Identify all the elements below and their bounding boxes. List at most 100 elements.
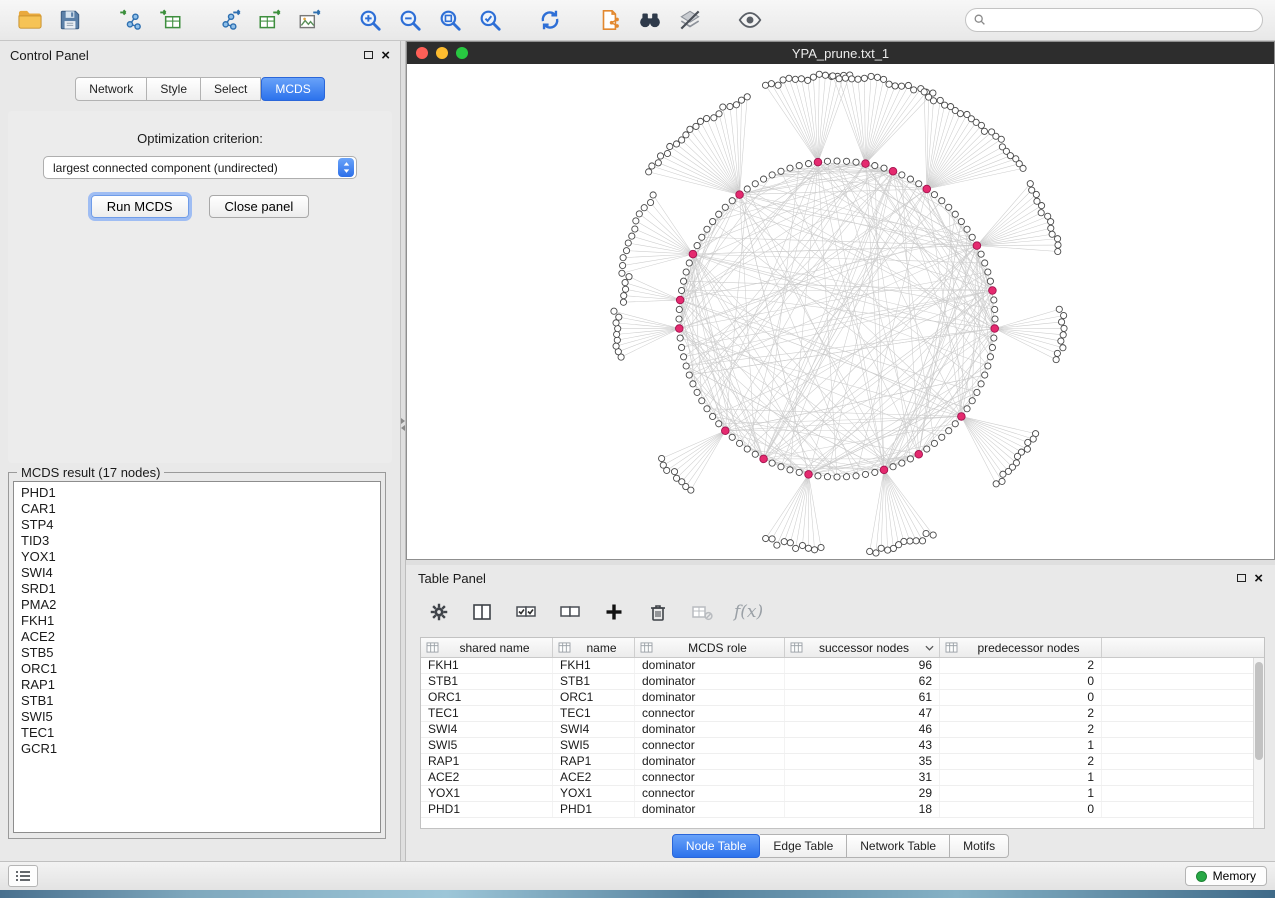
table-scrollbar-thumb[interactable]: [1255, 662, 1263, 760]
table-cell: dominator: [635, 690, 785, 705]
column-header-name[interactable]: name: [553, 638, 635, 657]
control-panel-title: Control Panel: [10, 48, 89, 63]
criterion-select[interactable]: largest connected component (undirected): [43, 156, 357, 179]
mcds-result-item[interactable]: SRD1: [21, 581, 373, 597]
optimization-criterion-label: Optimization criterion:: [8, 111, 392, 146]
refresh-button[interactable]: [532, 3, 568, 37]
run-mcds-button[interactable]: Run MCDS: [91, 195, 189, 218]
mcds-result-item[interactable]: SWI5: [21, 709, 373, 725]
column-header-successor-nodes[interactable]: successor nodes: [785, 638, 940, 657]
mcds-result-item[interactable]: FKH1: [21, 613, 373, 629]
share-document-button[interactable]: [592, 3, 628, 37]
tab-network[interactable]: Network: [75, 77, 147, 101]
close-panel-icon[interactable]: ×: [381, 48, 390, 63]
mcds-result-item[interactable]: TID3: [21, 533, 373, 549]
mcds-result-item[interactable]: PHD1: [21, 485, 373, 501]
close-panel-button[interactable]: Close panel: [209, 195, 310, 218]
float-table-panel-icon[interactable]: [1237, 574, 1246, 582]
table-cell: 46: [785, 722, 940, 737]
table-cell: SWI4: [553, 722, 635, 737]
tab-motifs[interactable]: Motifs: [950, 834, 1009, 858]
mcds-result-item[interactable]: PMA2: [21, 597, 373, 613]
show-view-button[interactable]: [732, 3, 768, 37]
delete-column-button[interactable]: [646, 600, 670, 624]
open-file-button[interactable]: [12, 3, 48, 37]
mcds-result-item[interactable]: RAP1: [21, 677, 373, 693]
tab-select[interactable]: Select: [201, 77, 261, 101]
control-panel-tabs: NetworkStyleSelectMCDS: [0, 77, 400, 101]
table-scrollbar[interactable]: [1253, 658, 1264, 828]
table-cell-filler: [1102, 690, 1264, 705]
zoom-in-button[interactable]: [352, 3, 388, 37]
column-header-predecessor-nodes[interactable]: predecessor nodes: [940, 638, 1102, 657]
hide-graphics-details-button[interactable]: [672, 3, 708, 37]
workspace-area: YPA_prune.txt_1 Table Panel ×: [406, 41, 1275, 861]
panel-menu-button[interactable]: [8, 865, 38, 887]
table-body: FKH1FKH1dominator962STB1STB1dominator620…: [421, 658, 1264, 818]
float-panel-icon[interactable]: [364, 51, 373, 59]
mcds-result-list[interactable]: PHD1CAR1STP4TID3YOX1SWI4SRD1PMA2FKH1ACE2…: [13, 481, 381, 833]
mcds-result-item[interactable]: ACE2: [21, 629, 373, 645]
close-window-icon[interactable]: [416, 47, 428, 59]
column-type-icon: [558, 642, 571, 653]
table-row[interactable]: TEC1TEC1connector472: [421, 706, 1264, 722]
deselect-all-button[interactable]: [558, 600, 582, 624]
memory-button[interactable]: Memory: [1185, 866, 1267, 886]
network-canvas[interactable]: [407, 64, 1274, 559]
table-row[interactable]: SWI4SWI4dominator462: [421, 722, 1264, 738]
zoom-fit-button[interactable]: [432, 3, 468, 37]
show-columns-button[interactable]: [470, 600, 494, 624]
export-table-button[interactable]: [252, 3, 288, 37]
table-cell: connector: [635, 738, 785, 753]
mcds-result-item[interactable]: STB5: [21, 645, 373, 661]
minimize-window-icon[interactable]: [436, 47, 448, 59]
table-panel: Table Panel ×: [406, 565, 1275, 861]
search-input[interactable]: [965, 8, 1263, 32]
mcds-result-item[interactable]: STB1: [21, 693, 373, 709]
table-row[interactable]: PHD1PHD1dominator180: [421, 802, 1264, 818]
tab-network-table[interactable]: Network Table: [847, 834, 950, 858]
close-table-panel-icon[interactable]: ×: [1254, 571, 1263, 586]
network-window-title: YPA_prune.txt_1: [407, 46, 1274, 61]
mcds-result-item[interactable]: ORC1: [21, 661, 373, 677]
mcds-result-item[interactable]: YOX1: [21, 549, 373, 565]
export-image-button[interactable]: [292, 3, 328, 37]
mcds-result-item[interactable]: STP4: [21, 517, 373, 533]
table-settings-button[interactable]: [428, 601, 450, 623]
network-window-titlebar[interactable]: YPA_prune.txt_1: [407, 42, 1274, 64]
table-panel-title: Table Panel: [418, 571, 486, 586]
mcds-result-item[interactable]: GCR1: [21, 741, 373, 757]
column-header-MCDS-role[interactable]: MCDS role: [635, 638, 785, 657]
mcds-result-item[interactable]: CAR1: [21, 501, 373, 517]
add-column-button[interactable]: [602, 600, 626, 624]
zoom-selected-button[interactable]: [472, 3, 508, 37]
table-row[interactable]: RAP1RAP1dominator352: [421, 754, 1264, 770]
tab-node-table[interactable]: Node Table: [672, 834, 761, 858]
table-row[interactable]: SWI5SWI5connector431: [421, 738, 1264, 754]
mcds-result-item[interactable]: SWI4: [21, 565, 373, 581]
save-button[interactable]: [52, 3, 88, 37]
sort-chevron-icon[interactable]: [925, 645, 934, 651]
tab-edge-table[interactable]: Edge Table: [760, 834, 847, 858]
tab-mcds[interactable]: MCDS: [261, 77, 324, 101]
table-cell: RAP1: [553, 754, 635, 769]
table-row[interactable]: ORC1ORC1dominator610: [421, 690, 1264, 706]
select-all-button[interactable]: [514, 600, 538, 624]
export-network-button[interactable]: [212, 3, 248, 37]
table-row[interactable]: STB1STB1dominator620: [421, 674, 1264, 690]
table-cell-filler: [1102, 786, 1264, 801]
column-header-shared-name[interactable]: shared name: [421, 638, 553, 657]
table-cell-filler: [1102, 802, 1264, 817]
import-table-button[interactable]: [152, 3, 188, 37]
zoom-out-button[interactable]: [392, 3, 428, 37]
table-row[interactable]: YOX1YOX1connector291: [421, 786, 1264, 802]
maximize-window-icon[interactable]: [456, 47, 468, 59]
tab-style[interactable]: Style: [147, 77, 201, 101]
table-cell: 18: [785, 802, 940, 817]
table-row[interactable]: FKH1FKH1dominator962: [421, 658, 1264, 674]
table-cell-filler: [1102, 754, 1264, 769]
import-network-button[interactable]: [112, 3, 148, 37]
mcds-result-item[interactable]: TEC1: [21, 725, 373, 741]
search-network-button[interactable]: [632, 3, 668, 37]
table-row[interactable]: ACE2ACE2connector311: [421, 770, 1264, 786]
